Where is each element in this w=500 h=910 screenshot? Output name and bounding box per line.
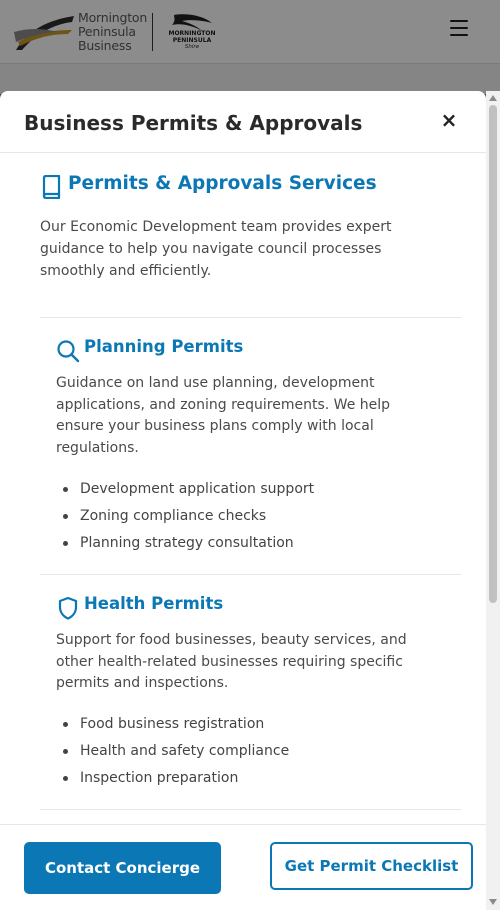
scroll-up-icon[interactable]	[489, 95, 497, 101]
list-item: Development application support	[56, 479, 314, 506]
shield-icon	[58, 596, 78, 620]
card-title-health: Health Permits	[56, 594, 224, 620]
modal-footer: Contact Concierge Get Permit Checklist	[0, 824, 486, 910]
modal-scrollbar[interactable]	[486, 91, 500, 910]
card-bullet-list: Development application support Zoning c…	[56, 479, 314, 560]
scrollbar-thumb[interactable]	[489, 105, 497, 603]
section-title: Permits & Approvals Services	[40, 173, 377, 194]
list-item: Inspection preparation	[56, 768, 289, 795]
modal-body[interactable]: Permits & Approvals Services Our Economi…	[0, 153, 486, 826]
scroll-down-icon[interactable]	[489, 899, 497, 905]
list-item: Zoning compliance checks	[56, 506, 314, 533]
modal-title: Business Permits & Approvals	[24, 111, 363, 135]
close-button[interactable]: ×	[440, 110, 458, 130]
list-item: Health and safety compliance	[56, 741, 289, 768]
card-title-planning: Planning Permits	[56, 337, 244, 363]
contact-concierge-button[interactable]: Contact Concierge	[24, 842, 221, 894]
divider	[40, 574, 461, 575]
divider	[40, 317, 461, 318]
section-intro: Our Economic Development team provides e…	[40, 219, 392, 279]
list-item: Food business registration	[56, 714, 289, 741]
card-description: Guidance on land use planning, developme…	[56, 375, 391, 457]
card-description: Support for food businesses, beauty serv…	[56, 632, 407, 692]
card-bullet-list: Food business registration Health and sa…	[56, 714, 289, 795]
modal-header: Business Permits & Approvals ×	[0, 91, 486, 153]
permits-modal: Business Permits & Approvals × Permits &…	[0, 91, 486, 910]
card-title-text: Health Permits	[84, 594, 224, 613]
list-item: Planning strategy consultation	[56, 533, 314, 560]
permit-checklist-button[interactable]: Get Permit Checklist	[270, 842, 473, 890]
search-icon	[57, 340, 80, 363]
divider	[40, 809, 461, 810]
card-title-text: Planning Permits	[84, 337, 244, 356]
section-title-text: Permits & Approvals Services	[68, 173, 377, 194]
